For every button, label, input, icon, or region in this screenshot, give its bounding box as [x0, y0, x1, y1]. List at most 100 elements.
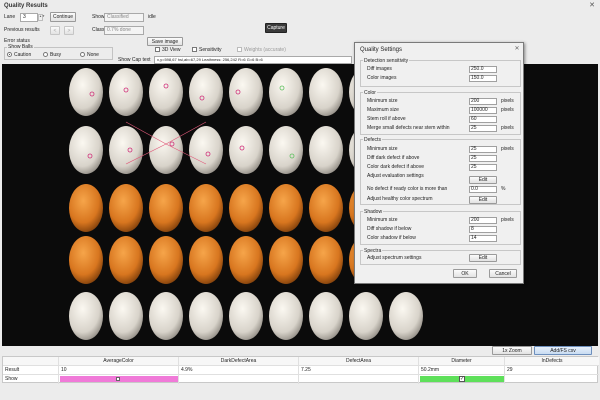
no-defect-label: No defect if ready color is more than — [367, 186, 448, 192]
egg-orange — [109, 236, 143, 284]
table-row-result-label: Result — [3, 366, 59, 375]
ok-button[interactable]: OK — [453, 269, 477, 278]
table-row-show-label: Show — [3, 375, 59, 384]
egg-orange — [309, 184, 343, 232]
color-dark-label: Color dark defect if above — [367, 164, 424, 170]
show-cap-text-label: Show Cap text — [118, 57, 151, 63]
group-color-title: Color — [363, 90, 377, 96]
table-show-diameter: ✓ — [419, 375, 505, 384]
group-shadow-title: Shadow — [363, 209, 384, 215]
table-header-average-color: AverageColor — [59, 357, 179, 366]
checkbox-3d-view[interactable] — [155, 47, 160, 52]
table-header-defect-area: DefectArea — [299, 357, 419, 366]
cancel-button[interactable]: Cancel — [489, 269, 517, 278]
color-images-input[interactable]: 150.0 — [469, 75, 497, 82]
radio-caution[interactable] — [7, 52, 12, 57]
show-label: Show — [92, 14, 105, 20]
color-images-label: Color images — [367, 75, 397, 81]
pink-swatch[interactable] — [60, 376, 178, 382]
close-icon[interactable]: ✕ — [588, 2, 596, 10]
previous-forward-button[interactable]: > — [64, 26, 74, 35]
group-spectra-title: Spectra — [363, 248, 383, 254]
egg-white — [189, 126, 223, 174]
egg-white — [269, 126, 303, 174]
defects-min-size-input[interactable]: 25 — [469, 146, 497, 153]
save-image-button[interactable]: Save image — [147, 37, 183, 46]
shadow-min-size-input[interactable]: 200 — [469, 217, 497, 224]
color-min-size-label: Minimum size — [367, 98, 398, 104]
adjust-spectrum-edit-button[interactable]: Edit — [469, 254, 497, 262]
egg-white — [309, 292, 343, 340]
checkbox-sensitivity-label: Sensitivity — [199, 47, 222, 53]
table-header-dark-defect-area: DarkDefectArea — [179, 357, 299, 366]
green-swatch[interactable]: ✓ — [420, 376, 504, 382]
diff-dark-input[interactable]: 25 — [469, 155, 497, 162]
merge-small-input[interactable]: 25 — [469, 125, 497, 132]
egg-white — [229, 68, 263, 116]
color-shadow-label: Color shadow if below — [367, 235, 416, 241]
color-max-size-label: Maximum size — [367, 107, 399, 113]
show-select[interactable]: Classified — [104, 13, 144, 22]
color-min-size-unit: pixels — [501, 98, 514, 104]
table-show-dark-defect-area — [179, 375, 299, 384]
merge-small-unit: pixels — [501, 125, 514, 131]
class-label: Class — [92, 27, 105, 33]
egg-white — [309, 126, 343, 174]
show-balls-group-title: Show Balls — [7, 44, 34, 50]
adjust-healthy-edit-button[interactable]: Edit — [469, 196, 497, 204]
diff-dark-label: Diff dark defect if above — [367, 155, 420, 161]
class-field: 0.7% done — [104, 26, 144, 35]
radio-none[interactable] — [80, 52, 85, 57]
color-dark-input[interactable]: 25 — [469, 164, 497, 171]
egg-white — [69, 292, 103, 340]
adjust-evaluation-label: Adjust evaluation settings — [367, 173, 424, 179]
egg-white — [309, 68, 343, 116]
egg-orange — [189, 184, 223, 232]
adjust-evaluation-edit-button[interactable]: Edit — [469, 176, 497, 184]
add-csv-button[interactable]: Add/FS csv — [534, 346, 592, 355]
defects-min-size-unit: pixels — [501, 146, 514, 152]
egg-orange — [229, 236, 263, 284]
color-max-size-input[interactable]: 100000 — [469, 107, 497, 114]
checkbox-3d-view-label: 3D View — [162, 47, 181, 53]
quality-settings-dialog: Quality Settings ✕ Detection sensitivity… — [354, 42, 524, 284]
lane-input[interactable]: 3 — [20, 13, 38, 22]
checkbox-weights[interactable] — [237, 47, 242, 52]
egg-white — [149, 68, 183, 116]
egg-white — [69, 126, 103, 174]
diff-shadow-label: Diff shadow if below — [367, 226, 412, 232]
no-defect-unit: % — [501, 186, 506, 192]
defects-min-size-label: Minimum size — [367, 146, 398, 152]
egg-white — [69, 68, 103, 116]
adjust-spectrum-label: Adjust spectrum settings — [367, 255, 422, 261]
diff-images-label: Diff images — [367, 66, 392, 72]
checkbox-sensitivity[interactable] — [192, 47, 197, 52]
stem-roll-input[interactable]: 60 — [469, 116, 497, 123]
diff-shadow-input[interactable]: 8 — [469, 226, 497, 233]
egg-white — [109, 292, 143, 340]
table-header-blank — [3, 357, 59, 366]
radio-busy[interactable] — [43, 52, 48, 57]
table-header-diameter: Diameter — [419, 357, 505, 366]
capture-button[interactable]: Capture — [265, 23, 287, 33]
zoom-button[interactable]: 1x Zoom — [492, 346, 532, 355]
dialog-close-icon[interactable]: ✕ — [513, 45, 521, 53]
table-header-in-defects: InDefects — [505, 357, 599, 366]
color-min-size-input[interactable]: 200 — [469, 98, 497, 105]
color-shadow-input[interactable]: 14 — [469, 235, 497, 242]
dialog-title: Quality Settings — [360, 47, 403, 53]
continue-button[interactable]: Continue — [50, 12, 76, 22]
egg-white — [109, 126, 143, 174]
diff-images-input[interactable]: 250.0 — [469, 66, 497, 73]
table-show-average-color — [59, 375, 179, 384]
lane-label: Lane — [4, 14, 16, 20]
lane-spinner[interactable]: ▲▼ — [38, 14, 45, 21]
egg-white — [269, 68, 303, 116]
egg-white — [189, 68, 223, 116]
previous-back-button[interactable]: < — [50, 26, 60, 35]
no-defect-input[interactable]: 0.0 — [469, 186, 497, 193]
egg-white — [149, 292, 183, 340]
egg-orange — [109, 184, 143, 232]
table-cell-average-color: 10 — [59, 366, 179, 375]
radio-none-label: None — [87, 52, 99, 58]
